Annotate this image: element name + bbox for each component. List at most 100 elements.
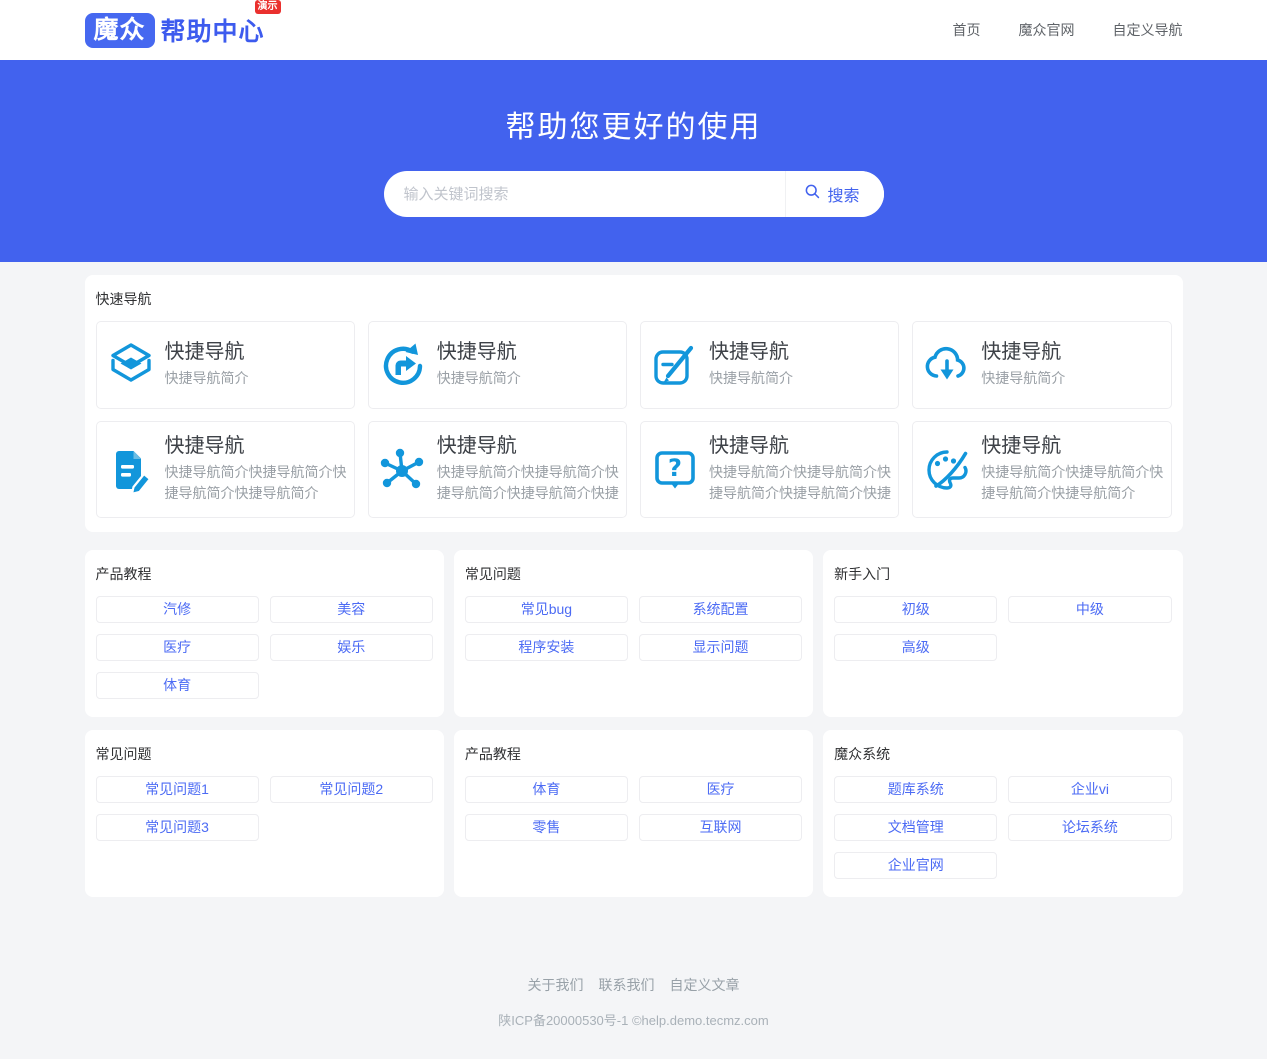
quick-nav-card-title: 快捷导航 [165,341,249,363]
list-button[interactable]: 初级 [834,596,997,623]
panel-product-tutorials: 产品教程汽修美容医疗娱乐体育 [85,550,444,717]
panel-title: 产品教程 [96,564,433,584]
footer-links: 关于我们联系我们自定义文章 [0,975,1267,995]
list-button[interactable]: 娱乐 [270,634,433,661]
search-bar: 搜索 [384,171,884,217]
quick-nav-card-desc: 快捷导航简介 [981,368,1065,389]
panel-mozhong-systems: 魔众系统题库系统企业vi 文档管理论坛系统企业官网 [823,730,1182,897]
quick-nav-section: 快速导航 快捷导航快捷导航简介快捷导航快捷导航简介快捷导航快捷导航简介快捷导航快… [85,275,1183,532]
cloud-download-icon [923,341,971,389]
list-button[interactable]: 系统配置 [639,596,802,623]
edit-square-icon [651,341,699,389]
quick-nav-card-text: 快捷导航快捷导航简介 [981,341,1065,389]
nav-home[interactable]: 首页 [953,20,981,40]
svg-text:?: ? [668,454,682,482]
panel-product-tutorials-2: 产品教程体育医疗零售互联网 [454,730,813,897]
list-button[interactable]: 常见问题2 [270,776,433,803]
quick-nav-section-title: 快速导航 [96,289,1172,309]
quick-nav-card-title: 快捷导航 [437,341,521,363]
search-icon [804,183,821,205]
quick-nav-card-desc: 快捷导航简介 [165,368,249,389]
quick-nav-card-title: 快捷导航 [709,341,793,363]
list-button[interactable]: 互联网 [639,814,802,841]
nav-official-site[interactable]: 魔众官网 [1019,20,1075,40]
quick-nav-card[interactable]: 快捷导航快捷导航简介快捷导航简介快捷导航简介快捷导航简介 [96,421,355,518]
list-button[interactable]: 显示问题 [639,634,802,661]
list-button[interactable]: 论坛系统 [1008,814,1171,841]
top-nav: 首页 魔众官网 自定义导航 [953,20,1183,40]
list-button[interactable]: 体育 [465,776,628,803]
panel-beginner-guide: 新手入门初级中级高级 [823,550,1182,717]
list-button[interactable]: 体育 [96,672,259,699]
quick-nav-card[interactable]: 快捷导航快捷导航简介快捷导航简介快捷导航简介快捷导航简介 [912,421,1171,518]
quick-nav-card-text: 快捷导航快捷导航简介 [437,341,521,389]
quick-nav-card-title: 快捷导航 [437,435,619,457]
panel-button-grid: 汽修美容医疗娱乐体育 [96,596,433,699]
quick-nav-card-text: 快捷导航快捷导航简介快捷导航简介快捷导航简介快捷导航简介快捷 [437,435,619,504]
quick-nav-card-desc: 快捷导航简介 [437,368,521,389]
panel-faq: 常见问题常见bug系统配置程序安装显示问题 [454,550,813,717]
list-button[interactable]: 企业vi [1008,776,1171,803]
main-content: 快速导航 快捷导航快捷导航简介快捷导航快捷导航简介快捷导航快捷导航简介快捷导航快… [85,275,1183,897]
panel-faq-2: 常见问题常见问题1常见问题2常见问题3 [85,730,444,897]
panel-title: 魔众系统 [834,744,1171,764]
footer-link-about[interactable]: 关于我们 [528,975,584,995]
quick-nav-card[interactable]: ? 快捷导航快捷导航简介快捷导航简介快捷导航简介快捷导航简介快捷 [640,421,899,518]
quick-nav-card[interactable]: 快捷导航快捷导航简介 [96,321,355,409]
palette-brush-icon [923,446,971,494]
list-button[interactable]: 企业官网 [834,852,997,879]
nav-custom[interactable]: 自定义导航 [1113,20,1183,40]
list-button[interactable]: 常见问题1 [96,776,259,803]
footer: 关于我们联系我们自定义文章 陕ICP备20000530号-1 ©help.dem… [0,897,1267,1059]
rotate-arrow-icon [379,341,427,389]
list-button[interactable]: 中级 [1008,596,1171,623]
quick-nav-card[interactable]: 快捷导航快捷导航简介快捷导航简介快捷导航简介快捷导航简介快捷 [368,421,627,518]
quick-nav-card-text: 快捷导航快捷导航简介 [709,341,793,389]
quick-nav-card-title: 快捷导航 [981,341,1065,363]
list-button[interactable]: 题库系统 [834,776,997,803]
logo[interactable]: 魔众 帮助中心 演示 [85,12,265,48]
quick-nav-card[interactable]: 快捷导航快捷导航简介 [368,321,627,409]
list-button[interactable]: 美容 [270,596,433,623]
search-button[interactable]: 搜索 [785,171,883,217]
question-bubble-icon: ? [651,446,699,494]
quick-nav-card[interactable]: 快捷导航快捷导航简介 [912,321,1171,409]
copyright: 陕ICP备20000530号-1 ©help.demo.tecmz.com [0,1010,1267,1029]
quick-nav-card[interactable]: 快捷导航快捷导航简介 [640,321,899,409]
footer-link-custom-article[interactable]: 自定义文章 [670,975,740,995]
quick-nav-card-title: 快捷导航 [981,435,1163,457]
header: 魔众 帮助中心 演示 首页 魔众官网 自定义导航 [0,0,1267,60]
panel-title: 新手入门 [834,564,1171,584]
logo-mark: 魔众 [85,13,155,48]
panel-title: 产品教程 [465,744,802,764]
quick-nav-card-desc: 快捷导航简介快捷导航简介快捷导航简介快捷导航简介快捷 [437,462,619,504]
panel-button-grid: 体育医疗零售互联网 [465,776,802,841]
search-button-label: 搜索 [827,182,859,206]
layers-box-icon [107,341,155,389]
hero-section: 帮助您更好的使用 搜索 [0,60,1267,262]
list-button[interactable]: 零售 [465,814,628,841]
panel-button-grid: 常见bug 系统配置程序安装显示问题 [465,596,802,661]
list-button[interactable]: 医疗 [96,634,259,661]
list-button[interactable]: 常见问题3 [96,814,259,841]
quick-nav-card-text: 快捷导航快捷导航简介快捷导航简介快捷导航简介快捷导航简介 [981,435,1163,504]
panel-button-grid: 初级中级高级 [834,596,1171,661]
quick-nav-card-text: 快捷导航快捷导航简介 [165,341,249,389]
list-button[interactable]: 程序安装 [465,634,628,661]
list-button[interactable]: 汽修 [96,596,259,623]
document-pencil-icon [107,446,155,494]
list-button[interactable]: 医疗 [639,776,802,803]
search-input[interactable] [384,171,786,217]
quick-nav-cards: 快捷导航快捷导航简介快捷导航快捷导航简介快捷导航快捷导航简介快捷导航快捷导航简介… [96,321,1172,518]
quick-nav-card-desc: 快捷导航简介快捷导航简介快捷导航简介快捷导航简介 [165,462,347,504]
site-name: 帮助中心 [161,18,265,46]
hero-title: 帮助您更好的使用 [0,102,1267,146]
list-button[interactable]: 高级 [834,634,997,661]
list-button[interactable]: 文档管理 [834,814,997,841]
panel-button-grid: 常见问题1 常见问题2 常见问题3 [96,776,433,841]
quick-nav-card-text: 快捷导航快捷导航简介快捷导航简介快捷导航简介快捷导航简介快捷 [709,435,891,504]
list-button[interactable]: 常见bug [465,596,628,623]
quick-nav-card-desc: 快捷导航简介 [709,368,793,389]
quick-nav-card-desc: 快捷导航简介快捷导航简介快捷导航简介快捷导航简介 [981,462,1163,504]
footer-link-contact[interactable]: 联系我们 [599,975,655,995]
